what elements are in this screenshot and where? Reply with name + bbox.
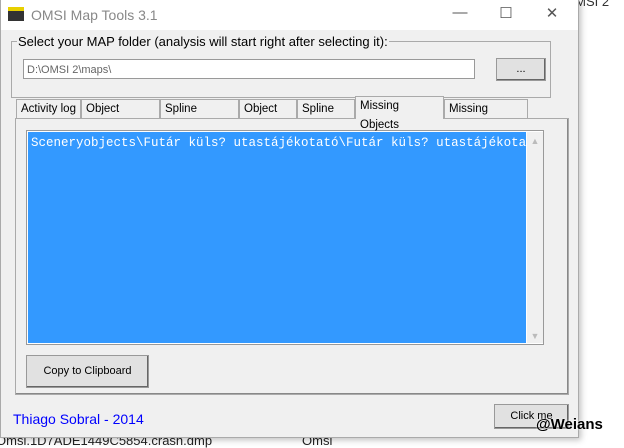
title-bar[interactable]: OMSI Map Tools 3.1 — ☐ ✕ [1,0,578,30]
tab-object-folders[interactable]: Object folders [81,99,160,134]
scroll-down-icon[interactable]: ▼ [527,331,543,341]
missing-objects-textarea[interactable]: Sceneryobjects\Futár küls? utastájékotat… [26,130,544,345]
tab-missing-splines[interactable]: Missing Splines [444,99,528,134]
app-icon [8,7,24,21]
vertical-scrollbar[interactable]: ▲ ▼ [527,132,543,343]
main-window: OMSI Map Tools 3.1 — ☐ ✕ Select your MAP… [0,0,579,438]
copy-to-clipboard-button[interactable]: Copy to Clipboard [26,355,149,388]
missing-objects-text[interactable]: Sceneryobjects\Futár küls? utastájékotat… [28,132,526,343]
scroll-up-icon[interactable]: ▲ [527,136,543,146]
browse-button[interactable]: ... [496,58,546,81]
minimize-button[interactable]: — [445,4,475,26]
close-button[interactable]: ✕ [537,4,567,26]
tab-activity-log[interactable]: Activity log [16,99,81,118]
map-folder-input[interactable]: D:\OMSI 2\maps\ [23,59,475,79]
maximize-button[interactable]: ☐ [491,4,521,26]
watermark: @Weians [536,416,603,433]
tab-spline-list[interactable]: Spline list [297,99,355,134]
window-title: OMSI Map Tools 3.1 [31,7,158,23]
credit-link[interactable]: Thiago Sobral - 2014 [13,411,144,427]
tab-missing-objects[interactable]: Missing Objects [355,96,444,131]
folder-group-label: Select your MAP folder (analysis will st… [18,34,388,49]
tab-spline-folders[interactable]: Spline folders [160,99,239,134]
tab-object-list[interactable]: Object list [239,99,297,134]
